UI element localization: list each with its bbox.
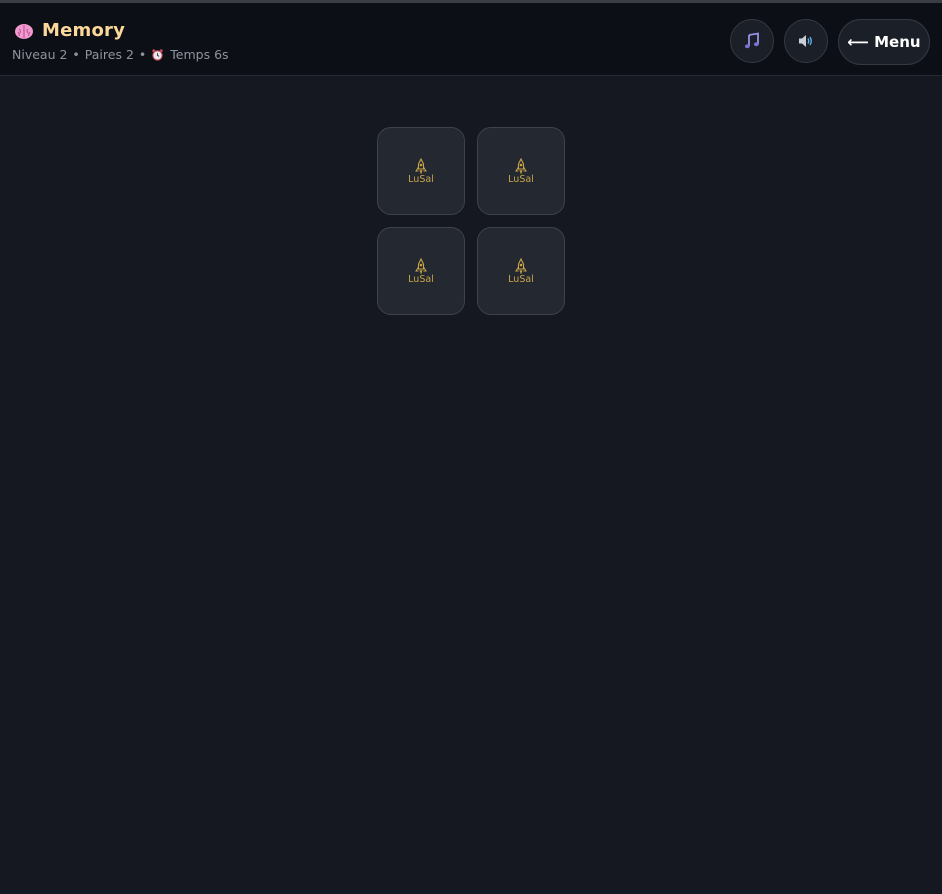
alarm-clock-icon [152,49,163,61]
rocket-logo-icon [515,157,527,174]
rocket-logo-icon [515,257,527,274]
pairs-label: Paires 2 [84,47,134,62]
game-stats: Niveau 2 • Paires 2 • Temps 6s [12,47,229,62]
top-bar: Memory Niveau 2 • Paires 2 • Temps 6s ⟵ … [0,3,942,76]
logo-text: LuSal [408,173,434,185]
sound-toggle-button[interactable] [784,19,828,63]
memory-card[interactable]: LuSal [377,127,465,215]
rocket-logo-icon [415,257,427,274]
title-row: Memory [14,20,125,41]
time-label: Temps 6s [170,47,229,62]
page-title: Memory [42,20,126,41]
card-back-logo: LuSal [508,257,534,285]
memory-board: LuSal LuSal LuSal LuSal [377,127,565,315]
logo-text: LuSal [508,273,534,285]
memory-card[interactable]: LuSal [377,227,465,315]
level-label: Niveau 2 [12,47,68,62]
logo-text: LuSal [408,273,434,285]
speaker-icon [799,35,812,47]
back-to-menu-button[interactable]: ⟵ Menu [838,19,930,65]
brain-icon [15,23,33,39]
logo-text: LuSal [508,173,534,185]
separator: • [72,47,80,62]
memory-card[interactable]: LuSal [477,227,565,315]
music-toggle-button[interactable] [730,19,774,63]
memory-card[interactable]: LuSal [477,127,565,215]
card-back-logo: LuSal [408,257,434,285]
music-note-icon [744,32,759,49]
card-back-logo: LuSal [408,157,434,185]
rocket-logo-icon [415,157,427,174]
separator: • [138,47,147,62]
card-back-logo: LuSal [508,157,534,185]
